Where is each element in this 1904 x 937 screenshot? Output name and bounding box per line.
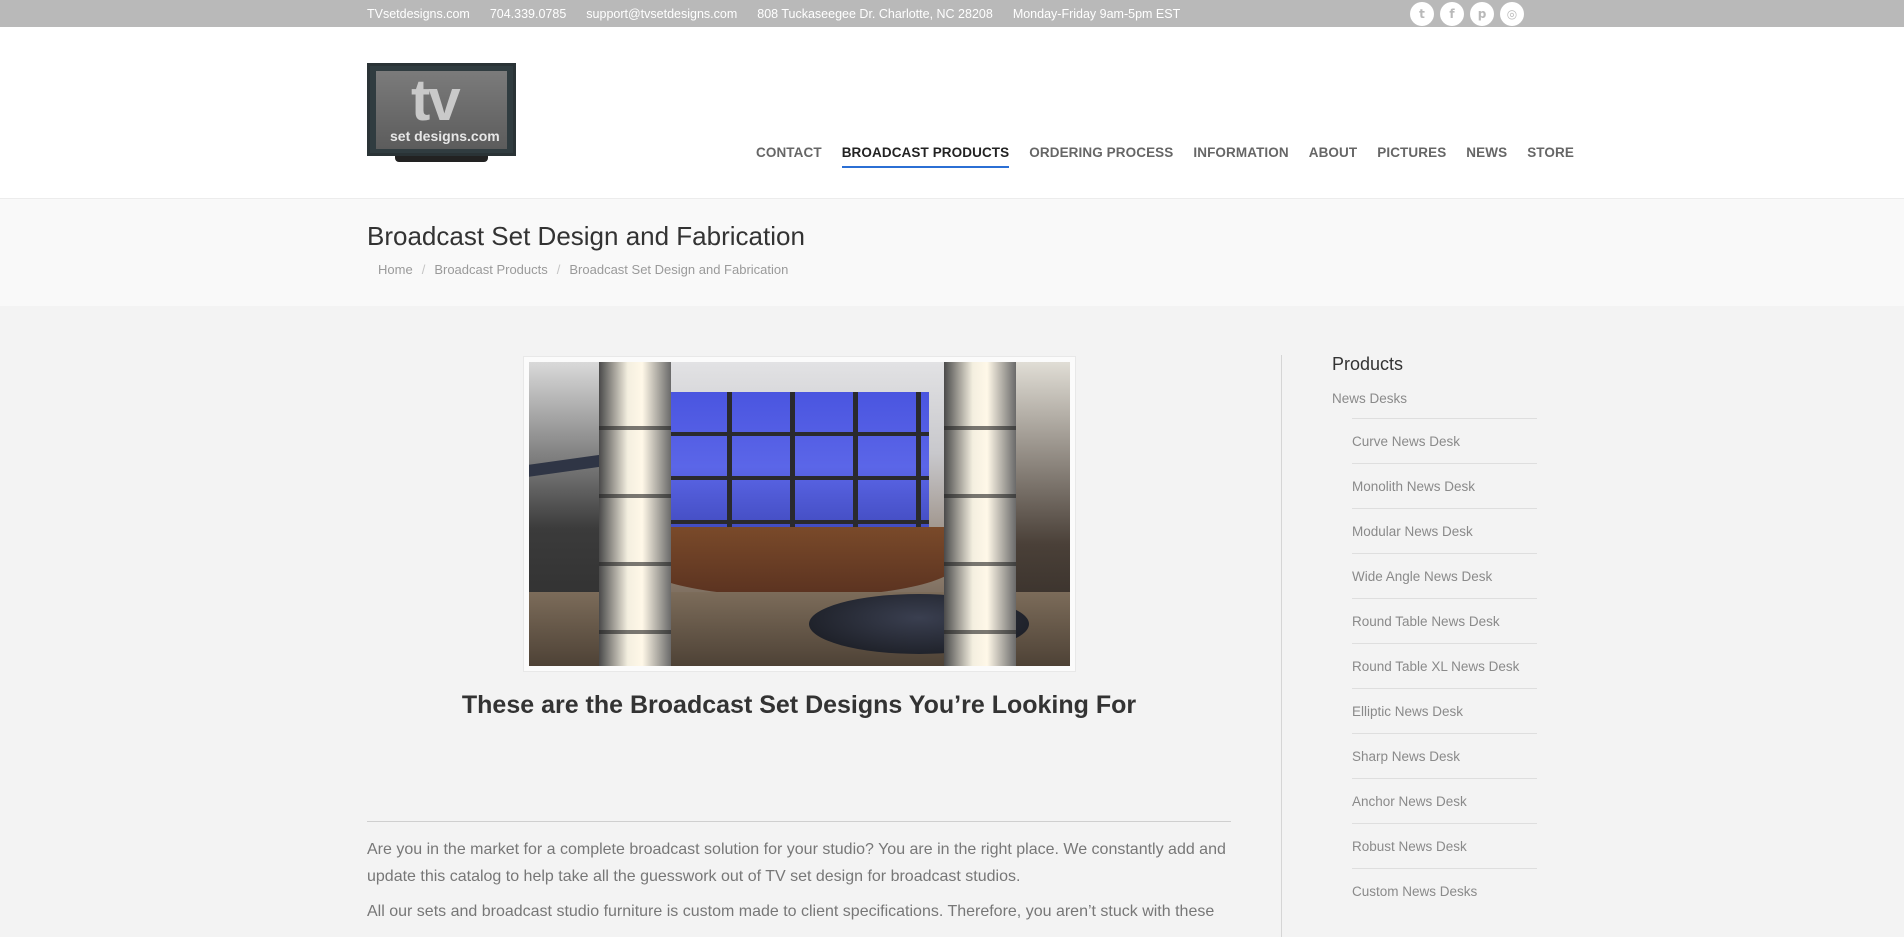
sidebar-item-robust-news-desk[interactable]: Robust News Desk [1352, 823, 1537, 868]
logo-screen: tv set designs.com [367, 63, 516, 156]
instagram-icon[interactable]: ◎ [1500, 2, 1524, 26]
page-title: Broadcast Set Design and Fabrication [367, 221, 805, 251]
twitter-icon[interactable]: t [1410, 2, 1434, 26]
nav-pictures[interactable]: PICTURES [1377, 145, 1446, 168]
sidebar-item-sharp-news-desk[interactable]: Sharp News Desk [1352, 733, 1537, 778]
sidebar-item-curve-news-desk[interactable]: Curve News Desk [1352, 418, 1537, 463]
sidebar-item-anchor-news-desk[interactable]: Anchor News Desk [1352, 778, 1537, 823]
pinterest-icon[interactable]: p [1470, 2, 1494, 26]
phone-number[interactable]: 704.339.0785 [490, 7, 566, 21]
sidebar-item-monolith-news-desk[interactable]: Monolith News Desk [1352, 463, 1537, 508]
social-icons: t f p ◎ [1410, 2, 1524, 26]
sidebar-divider [1281, 355, 1282, 937]
logo-stand [395, 156, 488, 162]
photo-pillar-left [599, 362, 671, 666]
sidebar-item-round-table-news-desk[interactable]: Round Table News Desk [1352, 598, 1537, 643]
site-header: tv set designs.com CONTACT BROADCAST PRO… [0, 27, 1904, 199]
sidebar-item-wide-angle-news-desk[interactable]: Wide Angle News Desk [1352, 553, 1537, 598]
products-sidebar: Products News Desks Curve News Desk Mono… [1332, 354, 1537, 913]
logo-text: tv [411, 68, 461, 133]
breadcrumb-home[interactable]: Home [378, 262, 413, 277]
sidebar-heading: Products [1332, 354, 1404, 374]
breadcrumb-broadcast-products[interactable]: Broadcast Products [434, 262, 547, 277]
nav-ordering-process[interactable]: ORDERING PROCESS [1029, 145, 1173, 168]
sidebar-product-list: Curve News Desk Monolith News Desk Modul… [1352, 418, 1537, 913]
breadcrumb: Home / Broadcast Products / Broadcast Se… [378, 262, 788, 277]
main-nav: CONTACT BROADCAST PRODUCTS ORDERING PROC… [756, 145, 1574, 168]
address: 808 Tuckaseegee Dr. Charlotte, NC 28208 [757, 6, 993, 21]
nav-store[interactable]: STORE [1527, 145, 1574, 168]
site-name: TVsetdesigns.com [367, 6, 470, 21]
nav-information[interactable]: INFORMATION [1193, 145, 1288, 168]
sidebar-category-news-desks[interactable]: News Desks [1332, 391, 1537, 418]
sidebar-item-round-table-xl-news-desk[interactable]: Round Table XL News Desk [1352, 643, 1537, 688]
sidebar-item-custom-news-desks[interactable]: Custom News Desks [1352, 868, 1537, 913]
body-paragraph: All our sets and broadcast studio furnit… [367, 903, 1215, 920]
sidebar-item-elliptic-news-desk[interactable]: Elliptic News Desk [1352, 688, 1537, 733]
site-logo[interactable]: tv set designs.com [367, 63, 516, 163]
business-hours: Monday-Friday 9am-5pm EST [1012, 6, 1181, 21]
top-info-bar: TVsetdesigns.com 704.339.0785 support@tv… [0, 0, 1904, 27]
divider [367, 821, 1231, 822]
page-title-band: Broadcast Set Design and Fabrication Hom… [0, 199, 1904, 306]
breadcrumb-separator: / [556, 262, 561, 277]
email-link[interactable]: support@tvsetdesigns.com [586, 7, 737, 21]
featured-image-frame [523, 356, 1076, 672]
facebook-icon[interactable]: f [1440, 2, 1464, 26]
logo-subtext: set designs.com [390, 128, 500, 144]
breadcrumb-current: Broadcast Set Design and Fabrication [569, 262, 789, 277]
breadcrumb-separator: / [421, 262, 426, 277]
sidebar-item-modular-news-desk[interactable]: Modular News Desk [1352, 508, 1537, 553]
broadcast-set-photo [529, 362, 1070, 666]
photo-pillar-right [944, 362, 1016, 666]
nav-about[interactable]: ABOUT [1309, 145, 1358, 168]
logo-panel: tv set designs.com [376, 68, 507, 149]
nav-broadcast-products[interactable]: BROADCAST PRODUCTS [841, 145, 1010, 168]
contact-info: TVsetdesigns.com 704.339.0785 support@tv… [367, 0, 1180, 27]
nav-news[interactable]: NEWS [1466, 145, 1507, 168]
intro-paragraph: Are you in the market for a complete bro… [367, 841, 1226, 885]
section-heading: These are the Broadcast Set Designs You’… [461, 691, 1137, 719]
photo-video-wall [669, 392, 929, 542]
nav-contact[interactable]: CONTACT [756, 145, 822, 168]
main-content: These are the Broadcast Set Designs You’… [0, 306, 1904, 937]
photo-curved-desk [639, 527, 959, 597]
